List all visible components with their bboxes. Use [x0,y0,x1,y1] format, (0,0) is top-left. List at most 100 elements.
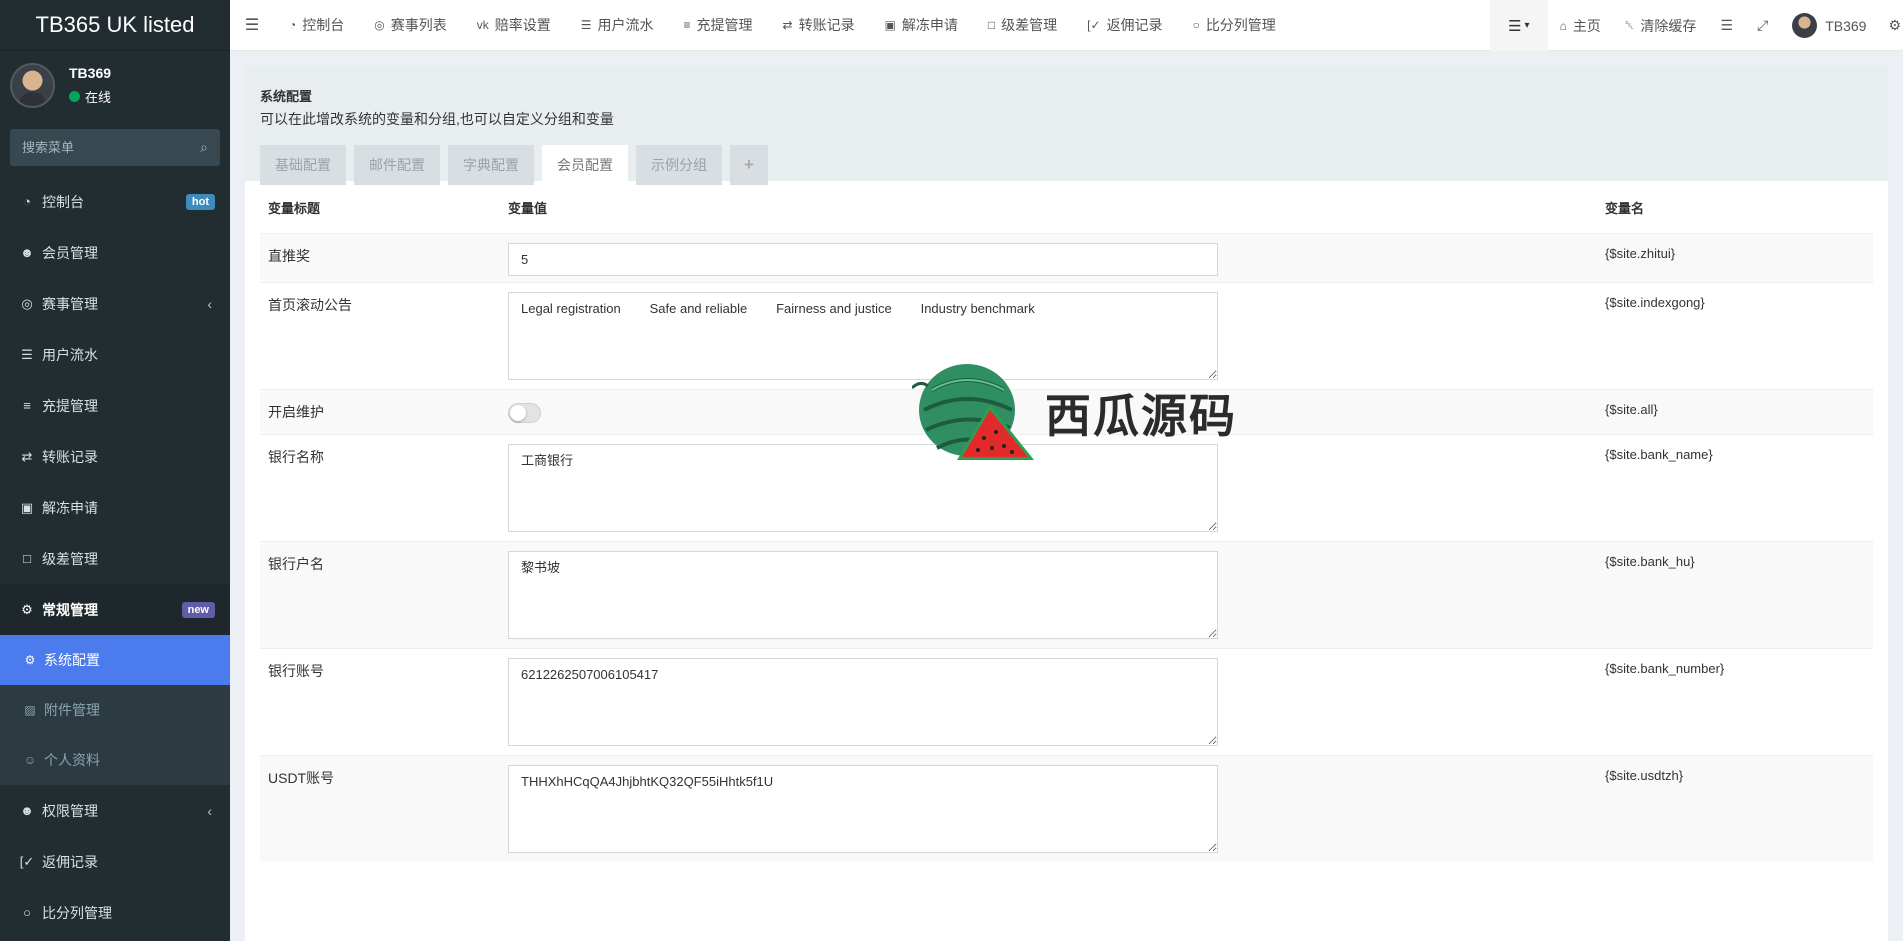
table-row: 首页滚动公告 Legal registration Safe and relia… [260,282,1873,389]
nav-match-list[interactable]: ◎ 赛事列表 [359,0,461,51]
list-icon: ☰ [21,346,33,362]
sidebar-search: ⌕ [10,129,220,166]
nav-levels[interactable]: □ 级差管理 [973,0,1072,51]
sidebar-item-label: 用户流水 [42,346,98,363]
list-icon: ☰ [580,18,592,32]
sidebar-item-dashboard[interactable]: ◔ 控制台 hot [0,176,230,227]
column-header: 变量标题 [268,200,321,216]
sidebar-submenu: ⚙ 系统配置 ▨ 附件管理 ☺ 个人资料 [0,635,230,785]
sidebar-item-label: 系统配置 [44,652,100,668]
sidebar-item-label: 附件管理 [44,702,100,718]
nav-label: 级差管理 [1001,17,1058,33]
sidebar-item-members[interactable]: ☻ 会员管理 [0,227,230,278]
user-icon: ☺ [23,753,37,767]
new-badge: new [181,601,215,618]
sidebar-item-permissions[interactable]: ☻ 权限管理 ‹ [0,785,230,836]
fullscreen-icon: ⤢ [1756,17,1769,33]
bracket-icon: [✓ [1087,18,1101,32]
nav-label: 赛事列表 [390,17,447,33]
nav-user-flow[interactable]: ☰ 用户流水 [566,0,669,51]
nav-language[interactable]: ☰ [1708,0,1745,51]
nav-label: 控制台 [302,17,345,33]
sidebar: TB365 UK listed TB369 在线 ⌕ ◔ 控制台 hot ☻ 会员管理… [0,0,230,941]
nav-menu-dropdown[interactable]: ☰ ▾ [1490,0,1548,51]
nav-user[interactable]: TB369 [1780,0,1878,51]
tab-email[interactable]: 邮件配置 [354,145,440,185]
nav-settings[interactable]: ⚙ [1878,0,1903,51]
sidebar-item-scores[interactable]: ○ 比分列管理 [0,887,230,938]
app-logo[interactable]: TB365 UK listed [0,0,230,51]
search-input[interactable] [22,140,201,155]
table-row: USDT账号 THHXhHCqQA4JhjbhtKQ32QF55iHhtk5f1… [260,755,1873,862]
nav-label: 转账记录 [798,17,855,33]
nav-scores[interactable]: ○ 比分列管理 [1178,0,1291,51]
users-icon: ☻ [20,245,34,260]
sidebar-item-label: 权限管理 [42,802,98,819]
nav-rebates[interactable]: [✓ 返佣记录 [1072,0,1177,51]
sidebar-item-unfreeze[interactable]: ▣ 解冻申请 [0,482,230,533]
indexgong-textarea[interactable]: Legal registration Safe and reliable Fai… [508,292,1218,380]
sidebar-item-label: 会员管理 [42,244,98,261]
user-panel: TB369 在线 [0,51,230,119]
maintenance-toggle[interactable] [508,403,541,423]
sidebar-item-deposit-withdraw[interactable]: ≡ 充提管理 [0,380,230,431]
image-icon: ▨ [24,703,36,717]
nav-dashboard[interactable]: ◔ 控制台 [274,0,359,51]
bank-name-textarea[interactable]: 工商银行 [508,444,1218,532]
list-icon: ☰ [1508,17,1522,35]
sidebar-item-matches[interactable]: ◎ 赛事管理 ‹ [0,278,230,329]
sidebar-item-levels[interactable]: □ 级差管理 [0,533,230,584]
add-tab-button[interactable]: + [730,145,768,185]
tab-example[interactable]: 示例分组 [636,145,722,185]
tab-member[interactable]: 会员配置 [542,145,628,185]
config-table: 变量标题 变量值 变量名 直推奖 {$site.zhitui} 首页滚动公告 L… [260,181,1873,862]
user-name: TB369 [69,64,112,81]
menu-toggle-icon[interactable]: ☰ [230,15,274,35]
zhitui-input[interactable] [508,243,1218,276]
sidebar-item-transfers[interactable]: ⇄ 转账记录 [0,431,230,482]
language-icon: ☰ [1720,17,1733,33]
nav-label: 充提管理 [696,17,753,33]
sidebar-item-label: 充提管理 [42,397,98,414]
row-variable-name: {$site.all} [1605,402,1658,417]
sidebar-item-attachments[interactable]: ▨ 附件管理 [0,685,230,735]
row-variable-name: {$site.bank_hu} [1605,554,1695,569]
sidebar-item-rebates[interactable]: [✓ 返佣记录 [0,836,230,887]
top-navbar: ☰ ◔ 控制台 ◎ 赛事列表 vk 赔率设置 ☰ 用户流水 ≡ 充提管理 ⇄ 转账记录 ▣ 解… [230,0,1903,51]
row-variable-name: {$site.usdtzh} [1605,768,1684,783]
nav-odds[interactable]: vk 赔率设置 [462,0,566,51]
page-title: 系统配置 [260,89,313,104]
nav-fullscreen[interactable]: ⤢ [1745,0,1780,51]
nav-deposit-withdraw[interactable]: ≡ 充提管理 [669,0,768,51]
table-row: 开启维护 {$site.all} [260,389,1873,434]
nav-home[interactable]: ⌂ 主页 [1548,0,1613,51]
tab-basic[interactable]: 基础配置 [260,145,346,185]
trash-icon: ␡ [1624,18,1635,32]
app-title: TB365 UK listed [35,12,195,37]
nav-unfreeze[interactable]: ▣ 解冻申请 [870,0,973,51]
sidebar-item-user-flow[interactable]: ☰ 用户流水 [0,329,230,380]
image-icon: ▣ [20,499,34,515]
sidebar-item-system-config[interactable]: ⚙ 系统配置 [0,635,230,685]
window-icon: □ [23,551,31,566]
nav-label: 返佣记录 [1106,17,1163,33]
nav-label: 解冻申请 [901,17,958,33]
sidebar-item-label: 级差管理 [42,550,98,567]
user-status: 在线 [69,87,111,106]
search-icon[interactable]: ⌕ [200,139,208,156]
usdt-address-textarea[interactable]: THHXhHCqQA4JhjbhtKQ32QF55iHhtk5f1U [508,765,1218,853]
nav-clear-cache[interactable]: ␡ 清除缓存 [1613,0,1709,51]
sidebar-item-profile[interactable]: ☺ 个人资料 [0,735,230,785]
config-tabs: 基础配置 邮件配置 字典配置 会员配置 示例分组 + [260,145,1873,185]
nav-transfers[interactable]: ⇄ 转账记录 [768,0,870,51]
sidebar-item-general[interactable]: ⚙ 常规管理 new [0,584,230,635]
caret-down-icon: ▾ [1524,20,1530,31]
indent-icon: ≡ [683,18,691,32]
tab-dictionary[interactable]: 字典配置 [448,145,534,185]
sidebar-item-label: 个人资料 [44,752,100,768]
nav-label: 用户流水 [597,17,654,33]
sidebar-item-label: 比分列管理 [42,904,112,921]
sidebar-item-label: 控制台 [42,193,84,210]
bank-number-textarea[interactable]: 6212262507006105417 [508,658,1218,746]
bank-holder-textarea[interactable]: 黎书坡 [508,551,1218,639]
